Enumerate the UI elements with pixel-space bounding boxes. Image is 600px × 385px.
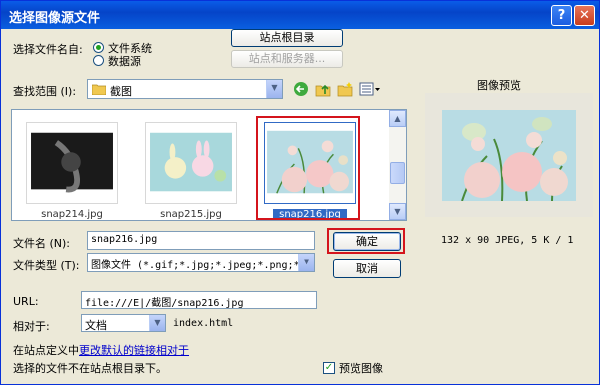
preview-checkbox[interactable]: ✓ — [323, 362, 335, 374]
thumbnail-snap215 — [145, 122, 237, 204]
preview-image — [442, 110, 576, 201]
filename-input[interactable]: snap216.jpg — [87, 231, 315, 250]
chevron-down-icon: ▼ — [298, 254, 314, 271]
radio-datasource[interactable] — [93, 55, 104, 66]
title-bar[interactable]: 选择图像源文件 ? ✕ — [1, 1, 599, 29]
chevron-down-icon: ▼ — [149, 315, 165, 331]
filetype-value: 图像文件 (*.gif;*.jpg;*.jpeg;*.png;* — [91, 260, 300, 271]
preview-frame — [425, 93, 593, 217]
selection-highlight — [256, 116, 360, 220]
relative-value: 文档 — [85, 319, 107, 332]
select-from-label: 选择文件名自: — [13, 43, 83, 56]
preview-info: 132 x 90 JPEG, 5 K / 1 — [441, 235, 574, 246]
footer-line1: 在站点定义中更改默认的链接相对于 — [13, 342, 189, 358]
scroll-up-icon[interactable]: ▲ — [389, 110, 406, 127]
footer-line2: 选择的文件不在站点根目录下。 — [13, 362, 167, 375]
relative-select[interactable]: 文档 ▼ — [81, 314, 166, 332]
vertical-scrollbar[interactable]: ▲ ▼ — [389, 110, 406, 220]
preview-checkbox-label: 预览图像 — [339, 362, 383, 375]
new-folder-icon[interactable] — [337, 81, 353, 97]
filename-label: 文件名 (N): — [13, 237, 71, 250]
filetype-label: 文件类型 (T): — [13, 259, 80, 272]
thumbnail-snap214 — [26, 122, 118, 204]
chevron-down-icon: ▼ — [266, 80, 282, 98]
lookin-label: 查找范围 (I): — [13, 85, 77, 98]
lookin-value: 截图 — [110, 85, 132, 98]
url-input[interactable]: file:///E|/截图/snap216.jpg — [81, 291, 317, 309]
site-server-button[interactable]: 站点和服务器... — [231, 50, 343, 68]
filetype-select[interactable]: 图像文件 (*.gif;*.jpg;*.jpeg;*.png;* ▼ — [87, 253, 315, 272]
back-icon[interactable] — [293, 81, 309, 97]
close-button[interactable]: ✕ — [574, 5, 595, 26]
up-folder-icon[interactable] — [315, 81, 331, 97]
lookin-select[interactable]: 截图 ▼ — [87, 79, 283, 99]
file-list: snap214.jpg snap215.jpg snap216.jpg ▲ ▼ — [11, 109, 407, 221]
url-label: URL: — [13, 295, 39, 308]
relative-label: 相对于: — [13, 320, 50, 333]
radio-datasource-label: 数据源 — [108, 55, 141, 68]
scroll-down-icon[interactable]: ▼ — [389, 203, 406, 220]
folder-icon — [92, 84, 106, 95]
cancel-button[interactable]: 取消 — [333, 259, 401, 278]
footer-prefix: 在站点定义中 — [13, 344, 79, 357]
radio-filesystem[interactable] — [93, 42, 104, 53]
file-caption: snap214.jpg — [41, 209, 103, 220]
preview-title: 图像预览 — [477, 79, 521, 92]
scroll-thumb[interactable] — [390, 162, 405, 184]
view-menu-icon[interactable] — [359, 81, 381, 97]
relative-page: index.html — [173, 318, 234, 329]
site-root-button[interactable]: 站点根目录 — [231, 29, 343, 47]
file-caption: snap215.jpg — [160, 209, 222, 220]
window-title: 选择图像源文件 — [9, 11, 101, 26]
dialog-window: 选择图像源文件 ? ✕ 选择文件名自: 文件系统 数据源 站点根目录 站点和服务… — [0, 0, 600, 385]
ok-highlight — [327, 228, 405, 254]
change-default-link[interactable]: 更改默认的链接相对于 — [79, 344, 189, 357]
help-button[interactable]: ? — [551, 5, 572, 26]
